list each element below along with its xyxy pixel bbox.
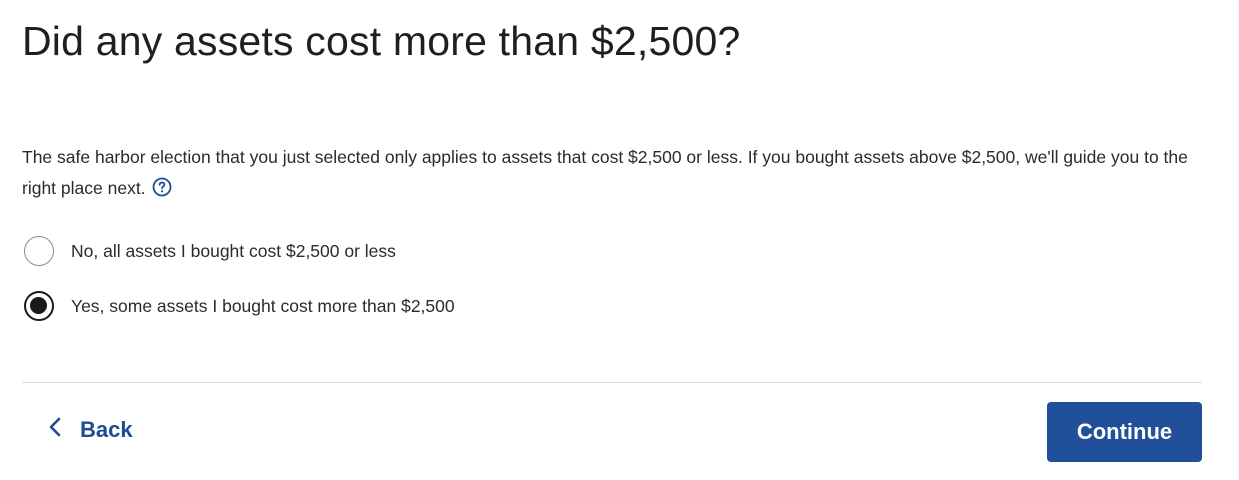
continue-button[interactable]: Continue — [1047, 402, 1202, 462]
footer-divider — [22, 382, 1202, 383]
page-title: Did any assets cost more than $2,500? — [22, 18, 741, 64]
asset-cost-radio-group: No, all assets I bought cost $2,500 or l… — [24, 232, 455, 342]
description-text: The safe harbor election that you just s… — [22, 142, 1212, 207]
description-body: The safe harbor election that you just s… — [22, 147, 1188, 198]
radio-option-yes[interactable]: Yes, some assets I bought cost more than… — [24, 287, 455, 325]
chevron-left-icon — [48, 416, 62, 444]
question-circle-icon[interactable] — [152, 176, 172, 207]
back-label: Back — [80, 417, 133, 442]
back-button[interactable]: Back — [44, 414, 137, 446]
radio-button-yes[interactable] — [24, 291, 54, 321]
radio-option-no[interactable]: No, all assets I bought cost $2,500 or l… — [24, 232, 455, 270]
radio-label-yes: Yes, some assets I bought cost more than… — [71, 295, 455, 316]
radio-button-no[interactable] — [24, 236, 54, 266]
radio-label-no: No, all assets I bought cost $2,500 or l… — [71, 240, 396, 261]
